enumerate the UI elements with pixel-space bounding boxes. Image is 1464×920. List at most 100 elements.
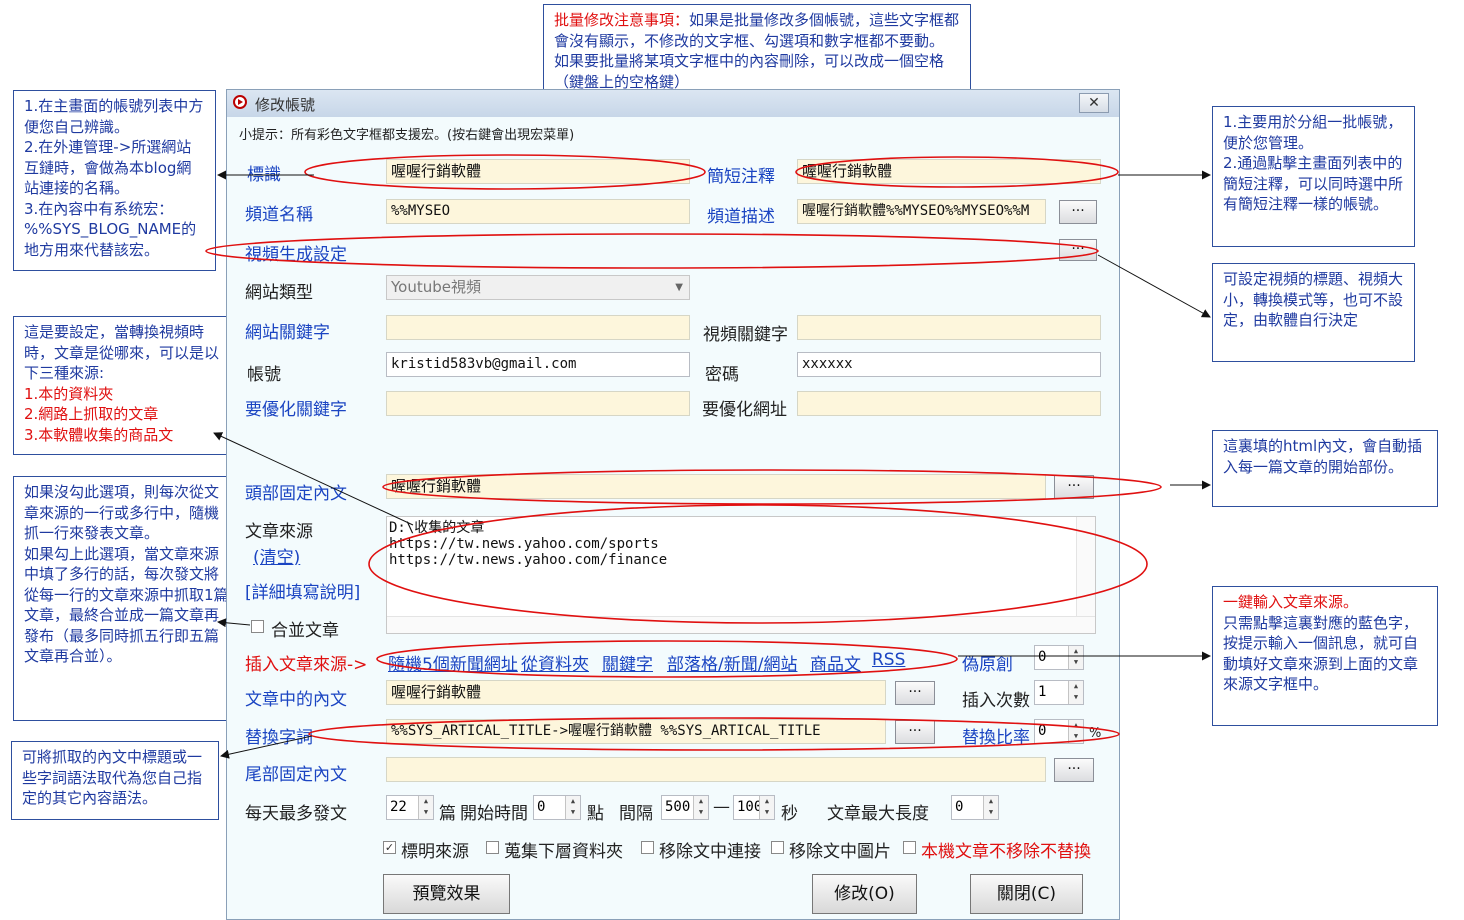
interval-from-value: 500 bbox=[665, 799, 691, 815]
tail-more-button[interactable]: ··· bbox=[1054, 758, 1094, 782]
password-input[interactable]: xxxxxx bbox=[797, 352, 1101, 377]
optimize-url-label: 要優化網址 bbox=[702, 400, 787, 420]
spinner-arrows-icon[interactable]: ▲ ▼ bbox=[693, 796, 708, 819]
spinner-arrows-icon[interactable]: ▲ ▼ bbox=[565, 796, 580, 819]
collect-subfolders-label: 蒐集下層資料夾 bbox=[504, 842, 623, 862]
insert-count-spinner[interactable]: 1 ▲ ▼ bbox=[1034, 680, 1084, 705]
ratio-unit: % bbox=[1089, 726, 1102, 741]
replace-more-button[interactable]: ··· bbox=[895, 720, 935, 744]
insert-random-news-link[interactable]: 隨機5個新聞網址 bbox=[388, 650, 518, 675]
insert-blog-news-site-link[interactable]: 部落格/新聞/網站 bbox=[667, 650, 797, 675]
horizontal-scrollbar[interactable] bbox=[387, 616, 1095, 633]
spinner-arrows-icon[interactable]: ▲ ▼ bbox=[983, 796, 998, 819]
note-insert-source: 一鍵輸入文章來源。 只需點擊這裏對應的藍色字，按提示輸入一個訊息，就可自動填好文章… bbox=[1212, 586, 1438, 726]
source-line: D:\收集的文章 bbox=[389, 520, 485, 536]
spinner-arrows-icon[interactable]: ▲ ▼ bbox=[759, 796, 774, 819]
detail-instructions-link[interactable]: [詳細填寫說明] bbox=[245, 578, 360, 603]
identifier-input[interactable]: 喔喔行銷軟體 bbox=[386, 159, 690, 184]
head-content-input[interactable]: 喔喔行銷軟體 bbox=[386, 474, 1046, 499]
insert-product-link[interactable]: 商品文 bbox=[810, 650, 861, 675]
channel-desc-input[interactable]: 喔喔行銷軟體%%MYSEO%%MYSEO%%M bbox=[797, 199, 1046, 224]
max-length-spinner[interactable]: 0 ▲ ▼ bbox=[951, 795, 999, 820]
video-settings-button[interactable]: ··· bbox=[1059, 239, 1097, 261]
pseudo-original-spinner[interactable]: 0 ▲ ▼ bbox=[1034, 645, 1084, 670]
channel-name-input[interactable]: %%MYSEO bbox=[386, 199, 690, 224]
video-keyword-label: 視頻關鍵字 bbox=[703, 325, 788, 345]
replace-ratio-value: 0 bbox=[1038, 723, 1047, 739]
optimize-url-input[interactable] bbox=[797, 391, 1101, 416]
site-type-select[interactable]: Youtube視頻 ▼ bbox=[386, 275, 690, 300]
spinner-arrows-icon[interactable]: ▲ ▼ bbox=[1068, 720, 1083, 743]
optimize-keyword-input[interactable] bbox=[386, 391, 690, 416]
tail-content-label: 尾部固定內文 bbox=[245, 765, 347, 785]
close-icon[interactable]: ✕ bbox=[1079, 93, 1109, 113]
local-no-replace-label: 本機文章不移除不替換 bbox=[921, 842, 1091, 862]
insert-folder-link[interactable]: 從資料夾 bbox=[521, 650, 589, 675]
short-comment-label: 簡短注釋 bbox=[707, 167, 775, 187]
remove-links-checkbox[interactable] bbox=[641, 841, 654, 854]
note-identifier: 1.在主畫面的帳號列表中方便您自己辨識。 2.在外連管理->所選網站互鏈時，會做… bbox=[13, 90, 216, 271]
close-button[interactable]: 關閉(C) bbox=[970, 874, 1083, 914]
app-icon bbox=[233, 95, 247, 109]
replace-words-input[interactable]: %%SYS_ARTICAL_TITLE->喔喔行銷軟體 %%SYS_ARTICA… bbox=[386, 719, 886, 744]
collect-subfolders-checkbox[interactable] bbox=[486, 841, 499, 854]
note-source-item-1: 1.本的資料夾 bbox=[24, 384, 114, 403]
replace-ratio-spinner[interactable]: 0 ▲ ▼ bbox=[1034, 719, 1084, 744]
max-length-label: 文章最大長度 bbox=[827, 804, 929, 824]
max-length-value: 0 bbox=[955, 799, 964, 815]
modify-button[interactable]: 修改(O) bbox=[812, 874, 917, 914]
inbody-content-label: 文章中的內文 bbox=[245, 690, 347, 710]
merge-article-checkbox[interactable] bbox=[251, 620, 264, 633]
spinner-arrows-icon[interactable]: ▲ ▼ bbox=[1068, 681, 1083, 704]
short-comment-input[interactable]: 喔喔行銷軟體 bbox=[797, 159, 1101, 184]
interval-from-spinner[interactable]: 500 ▲ ▼ bbox=[661, 795, 709, 820]
article-source-textarea[interactable]: D:\收集的文章 https://tw.news.yahoo.com/sport… bbox=[386, 516, 1096, 634]
account-input[interactable]: kristid583vb@gmail.com bbox=[386, 352, 690, 377]
pseudo-original-label: 偽原創 bbox=[962, 655, 1013, 675]
note-article-source: 這是要設定，當轉換視頻時時，文章是從哪來，可以是以下三種來源: 1.本的資料夾 2.… bbox=[13, 316, 240, 455]
vertical-scrollbar[interactable] bbox=[1076, 517, 1095, 617]
account-label: 帳號 bbox=[247, 365, 281, 385]
title-bar[interactable]: 修改帳號 ✕ bbox=[227, 90, 1119, 117]
tail-content-input[interactable] bbox=[386, 757, 1046, 782]
replace-ratio-label: 替換比率 bbox=[962, 728, 1030, 748]
note-source-item-2: 2.網路上抓取的文章 bbox=[24, 405, 159, 423]
remove-images-checkbox[interactable] bbox=[771, 841, 784, 854]
interval-to-spinner[interactable]: 1000 ▲ ▼ bbox=[733, 795, 775, 820]
head-content-label: 頭部固定內文 bbox=[245, 484, 347, 504]
password-label: 密碼 bbox=[705, 365, 739, 385]
window-title: 修改帳號 bbox=[255, 96, 316, 114]
start-time-spinner[interactable]: 0 ▲ ▼ bbox=[533, 795, 581, 820]
mark-source-checkbox[interactable]: ✓ bbox=[383, 841, 396, 854]
mark-source-label: 標明來源 bbox=[401, 842, 469, 862]
optimize-keyword-label: 要優化關鍵字 bbox=[245, 400, 347, 420]
note-video-settings: 可設定視頻的標題、視頻大小，轉換模式等，也可不設定，由軟體自行決定 bbox=[1212, 263, 1415, 362]
daily-max-value: 22 bbox=[390, 799, 407, 815]
replace-words-label: 替換字詞 bbox=[245, 728, 313, 748]
spinner-arrows-icon[interactable]: ▲ ▼ bbox=[418, 796, 433, 819]
inbody-more-button[interactable]: ··· bbox=[895, 681, 935, 705]
note-insert-source-title: 一鍵輸入文章來源。 bbox=[1223, 593, 1359, 611]
head-content-more-button[interactable]: ··· bbox=[1054, 475, 1094, 499]
start-time-value: 0 bbox=[537, 799, 546, 815]
interval-dash: — bbox=[713, 797, 730, 817]
preview-button[interactable]: 預覽效果 bbox=[383, 874, 510, 914]
insert-keyword-link[interactable]: 關鍵字 bbox=[602, 650, 653, 675]
insert-source-label: 插入文章來源-> bbox=[245, 655, 368, 675]
note-batch-edit-title: 批量修改注意事項： bbox=[554, 11, 690, 29]
video-settings-label[interactable]: 視頻生成設定 bbox=[245, 240, 347, 265]
article-unit-label: 篇 bbox=[439, 804, 456, 824]
inbody-content-input[interactable]: 喔喔行銷軟體 bbox=[386, 680, 886, 705]
spinner-arrows-icon[interactable]: ▲ ▼ bbox=[1068, 646, 1083, 669]
daily-max-spinner[interactable]: 22 ▲ ▼ bbox=[386, 795, 434, 820]
article-source-label: 文章來源 bbox=[245, 522, 313, 542]
site-keyword-input[interactable] bbox=[386, 315, 690, 340]
identifier-label: 標識 bbox=[247, 165, 281, 185]
local-no-replace-checkbox[interactable] bbox=[903, 841, 916, 854]
source-line: https://tw.news.yahoo.com/sports bbox=[389, 536, 659, 552]
note-short-comment: 1.主要用於分組一批帳號，便於您管理。 2.通過點擊主畫面列表中的簡短注釋，可以… bbox=[1212, 106, 1415, 247]
insert-rss-link[interactable]: RSS bbox=[872, 650, 905, 670]
channel-desc-more-button[interactable]: ··· bbox=[1059, 200, 1097, 224]
clear-source-link[interactable]: (清空) bbox=[253, 543, 300, 568]
video-keyword-input[interactable] bbox=[797, 315, 1101, 340]
